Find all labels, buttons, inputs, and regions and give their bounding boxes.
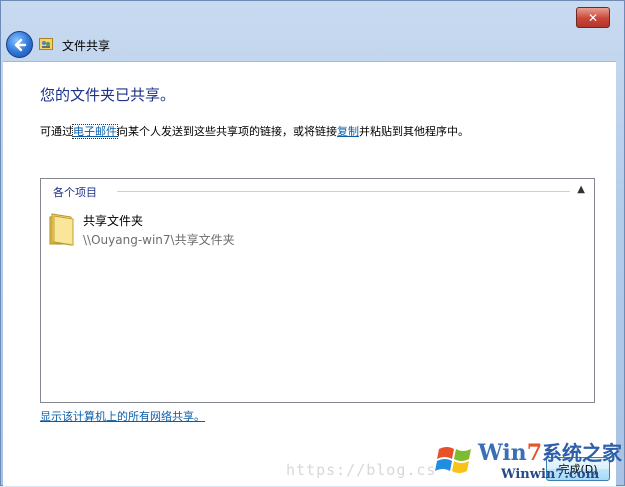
group-header[interactable]: 各个项目 ▲ <box>41 183 594 200</box>
logo-seven: 7 <box>526 440 542 466</box>
file-sharing-icon <box>39 38 53 50</box>
back-arrow-icon <box>14 38 26 51</box>
folder-path: \\Ouyang-win7\共享文件夹 <box>83 233 235 247</box>
content-panel: 您的文件夹已共享。 可通过电子邮件向某个人发送到这些共享项的链接，或将链接复制并… <box>3 61 616 486</box>
list-item[interactable]: 共享文件夹 \\Ouyang-win7\共享文件夹 <box>45 211 345 251</box>
windows-flag-icon <box>435 447 471 473</box>
folder-name: 共享文件夹 <box>83 214 144 228</box>
desc-text-3: 并粘贴到其他程序中。 <box>359 125 469 138</box>
wizard-window: ✕ 文件共享 您的文件夹已共享。 可通过电子邮件向某个人发送到这些共享项的链接，… <box>0 0 625 486</box>
site-logo: Win7系统之家 Winwin7.com <box>431 433 623 487</box>
page-heading: 您的文件夹已共享。 <box>40 86 176 104</box>
group-divider <box>117 191 570 192</box>
watermark-text: https://blog.cs <box>286 461 437 479</box>
window-title: 文件共享 <box>62 39 111 53</box>
logo-win: Win <box>478 440 527 466</box>
close-icon: ✕ <box>587 10 599 25</box>
group-label: 各个项目 <box>53 184 101 200</box>
shared-items-list[interactable]: 各个项目 ▲ 共享文件夹 \\Ouyang-win7\共享文件夹 <box>40 178 595 403</box>
desc-text-1: 可通过 <box>40 125 73 138</box>
logo-text: Win7系统之家 <box>478 437 622 466</box>
logo-chinese: 系统之家 <box>542 441 622 465</box>
show-network-shares-link[interactable]: 显示该计算机上的所有网络共享。 <box>40 408 205 424</box>
copy-link[interactable]: 复制 <box>337 125 359 138</box>
logo-url: Winwin7.com <box>501 467 600 482</box>
folder-icon <box>49 213 74 246</box>
title-bar: 文件共享 <box>1 27 624 61</box>
back-button[interactable] <box>6 31 33 58</box>
close-button[interactable]: ✕ <box>576 7 610 28</box>
desc-text-2: 向某个人发送到这些共享项的链接，或将链接 <box>117 125 337 138</box>
share-description: 可通过电子邮件向某个人发送到这些共享项的链接，或将链接复制并粘贴到其他程序中。 <box>40 123 469 139</box>
chevron-up-icon[interactable]: ▲ <box>577 184 585 195</box>
email-link[interactable]: 电子邮件 <box>72 124 118 139</box>
